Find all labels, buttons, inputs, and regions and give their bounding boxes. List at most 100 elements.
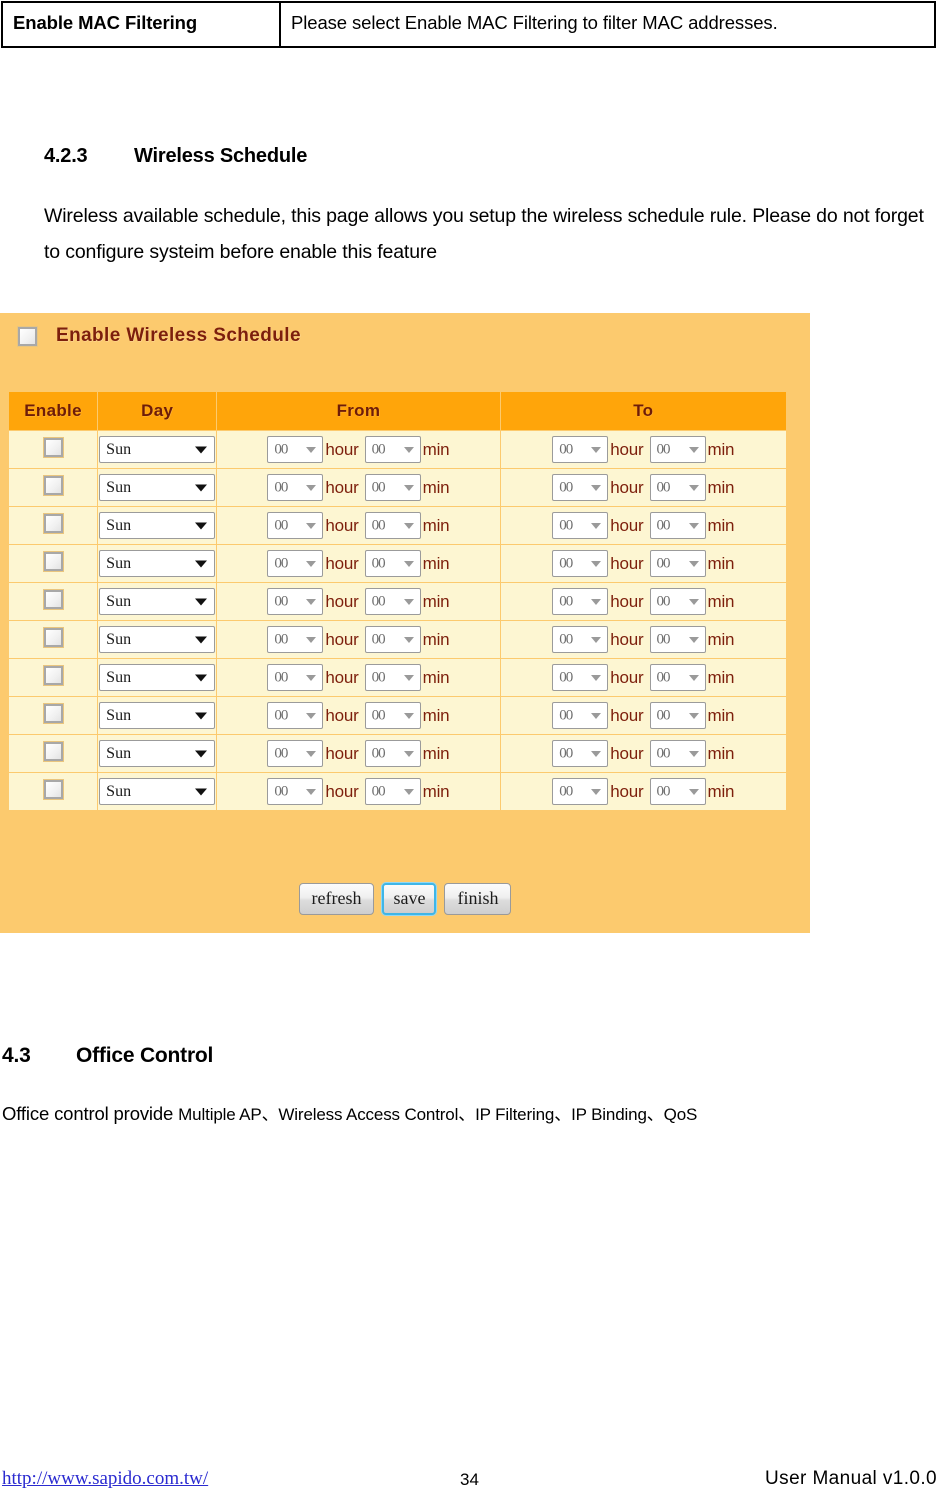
row-enable-checkbox[interactable] xyxy=(43,703,63,723)
from-hour-select[interactable]: 00 xyxy=(267,588,324,615)
from-hour-select[interactable]: 00 xyxy=(267,474,324,501)
to-minute-select[interactable]: 00 xyxy=(649,436,706,463)
from-minute-select[interactable]: 00 xyxy=(364,512,421,539)
from-minute-select[interactable]: 00 xyxy=(364,550,421,577)
enable-wireless-schedule-checkbox[interactable] xyxy=(18,326,37,346)
from-hour-select[interactable]: 00 xyxy=(267,778,324,805)
to-hour-select[interactable]: 00 xyxy=(552,778,609,805)
day-select[interactable]: Sun xyxy=(99,512,216,539)
from-minute-select[interactable]: 00 xyxy=(364,588,421,615)
table-row: Sun 00 hour 00 min 00 hour 00 min xyxy=(9,431,786,468)
chevron-down-icon xyxy=(195,560,208,567)
cell-enable xyxy=(9,431,98,468)
day-select[interactable]: Sun xyxy=(99,702,216,729)
section-body-4-3: Office control provide Multiple AP、Wirel… xyxy=(2,1096,932,1133)
to-hour-select[interactable]: 00 xyxy=(552,512,609,539)
row-enable-checkbox[interactable] xyxy=(43,475,63,495)
day-select[interactable]: Sun xyxy=(99,474,216,501)
from-hour-select-value: 00 xyxy=(274,555,288,571)
from-minute-select[interactable]: 00 xyxy=(364,740,421,767)
day-select[interactable]: Sun xyxy=(99,436,216,463)
to-hour-select-value: 00 xyxy=(559,745,573,761)
to-minute-select[interactable]: 00 xyxy=(649,778,706,805)
day-select[interactable]: Sun xyxy=(99,626,216,653)
to-hour-select[interactable]: 00 xyxy=(552,550,609,577)
from-hour-select[interactable]: 00 xyxy=(267,550,324,577)
day-select-value: Sun xyxy=(106,706,132,724)
from-minute-select-value: 00 xyxy=(371,669,386,685)
schedule-header-row: Enable Day From To xyxy=(9,392,786,430)
to-minute-select-value: 00 xyxy=(656,593,671,609)
from-hour-select[interactable]: 00 xyxy=(267,702,324,729)
row-enable-checkbox[interactable] xyxy=(43,437,63,457)
chevron-down-icon xyxy=(306,788,317,795)
chevron-down-icon xyxy=(403,788,414,795)
from-hour-select[interactable]: 00 xyxy=(267,740,324,767)
from-hour-select[interactable]: 00 xyxy=(267,626,324,653)
from-minute-select[interactable]: 00 xyxy=(364,702,421,729)
wireless-schedule-screenshot: Enable Wireless Schedule Enable Day From… xyxy=(0,313,810,933)
from-minute-select[interactable]: 00 xyxy=(364,474,421,501)
from-minute-unit-label: min xyxy=(422,591,450,611)
refresh-button[interactable]: refresh xyxy=(298,883,375,915)
table-row: Sun 00 hour 00 min 00 hour 00 min xyxy=(9,469,786,506)
from-minute-select-value: 00 xyxy=(371,441,386,457)
from-hour-select[interactable]: 00 xyxy=(267,512,324,539)
row-enable-checkbox[interactable] xyxy=(43,627,63,647)
enable-wireless-schedule-row[interactable]: Enable Wireless Schedule xyxy=(18,325,301,347)
cell-day: Sun xyxy=(98,659,217,696)
column-header-day: Day xyxy=(98,392,217,430)
to-hour-select[interactable]: 00 xyxy=(552,740,609,767)
to-hour-unit-label: hour xyxy=(610,743,644,763)
to-minute-select[interactable]: 00 xyxy=(649,474,706,501)
from-hour-select[interactable]: 00 xyxy=(267,664,324,691)
to-hour-select[interactable]: 00 xyxy=(552,474,609,501)
to-minute-select[interactable]: 00 xyxy=(649,550,706,577)
schedule-table-body: Sun 00 hour 00 min 00 hour 00 min Sun 00 hour 00 min 0… xyxy=(9,431,786,810)
from-minute-select[interactable]: 00 xyxy=(364,436,421,463)
day-select-value: Sun xyxy=(106,782,132,800)
chevron-down-icon xyxy=(195,674,208,681)
from-minute-select-value: 00 xyxy=(371,555,386,571)
row-enable-checkbox[interactable] xyxy=(43,589,63,609)
day-select-value: Sun xyxy=(106,554,132,572)
cell-enable xyxy=(9,583,98,620)
to-minute-select[interactable]: 00 xyxy=(649,512,706,539)
row-enable-checkbox[interactable] xyxy=(43,741,63,761)
day-select[interactable]: Sun xyxy=(99,778,216,805)
finish-button[interactable]: finish xyxy=(444,883,512,915)
row-enable-checkbox[interactable] xyxy=(43,551,63,571)
cell-to: 00 hour 00 min xyxy=(500,621,786,658)
to-hour-select[interactable]: 00 xyxy=(552,702,609,729)
table-row: Sun 00 hour 00 min 00 hour 00 min xyxy=(9,735,786,772)
to-hour-unit-label: hour xyxy=(610,477,644,497)
to-minute-select[interactable]: 00 xyxy=(649,588,706,615)
day-select[interactable]: Sun xyxy=(99,588,216,615)
to-hour-select[interactable]: 00 xyxy=(552,436,609,463)
cell-from: 00 hour 00 min xyxy=(217,659,500,696)
from-minute-select[interactable]: 00 xyxy=(364,778,421,805)
to-hour-select-value: 00 xyxy=(559,441,573,457)
day-select[interactable]: Sun xyxy=(99,550,216,577)
chevron-down-icon xyxy=(306,560,317,567)
row-enable-checkbox[interactable] xyxy=(43,779,63,799)
table-row: Sun 00 hour 00 min 00 hour 00 min xyxy=(9,773,786,810)
row-enable-checkbox[interactable] xyxy=(43,665,63,685)
day-select[interactable]: Sun xyxy=(99,740,216,767)
to-hour-select[interactable]: 00 xyxy=(552,588,609,615)
row-enable-checkbox[interactable] xyxy=(43,513,63,533)
from-minute-select[interactable]: 00 xyxy=(364,664,421,691)
to-minute-unit-label: min xyxy=(707,743,735,763)
save-button[interactable]: save xyxy=(382,883,437,915)
to-minute-select[interactable]: 00 xyxy=(649,740,706,767)
to-minute-select[interactable]: 00 xyxy=(649,702,706,729)
to-minute-select[interactable]: 00 xyxy=(649,626,706,653)
page-title: Wireless Schedule xyxy=(134,145,308,167)
to-hour-select[interactable]: 00 xyxy=(552,664,609,691)
to-minute-select[interactable]: 00 xyxy=(649,664,706,691)
from-minute-select[interactable]: 00 xyxy=(364,626,421,653)
from-hour-select[interactable]: 00 xyxy=(267,436,324,463)
to-hour-select[interactable]: 00 xyxy=(552,626,609,653)
day-select[interactable]: Sun xyxy=(99,664,216,691)
chevron-down-icon xyxy=(688,712,699,719)
